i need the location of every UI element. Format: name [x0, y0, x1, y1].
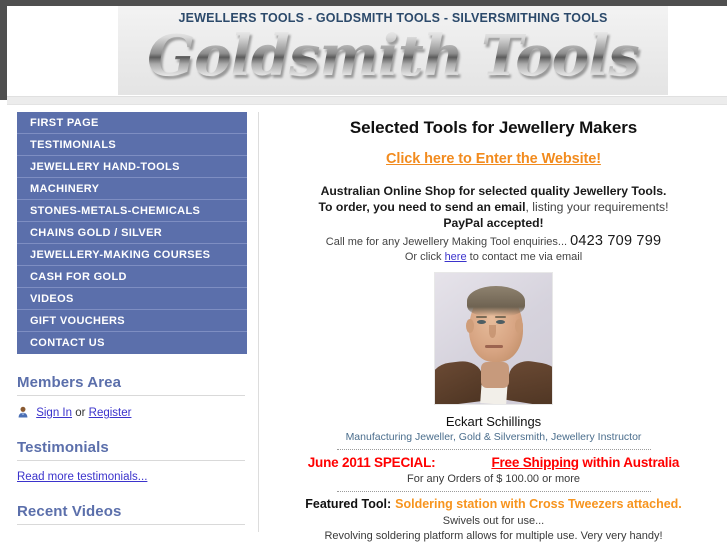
recent-videos-section: Recent Videos [17, 503, 249, 525]
sidebar: FIRST PAGE TESTIMONIALS JEWELLERY HAND-T… [17, 112, 249, 525]
lead-paragraph: Australian Online Shop for selected qual… [266, 183, 721, 231]
main-content: Selected Tools for Jewellery Makers Clic… [266, 112, 721, 545]
portrait-hair [467, 286, 525, 316]
portrait-ear-left [466, 319, 474, 333]
special-within-text: within Australia [578, 455, 680, 470]
portrait-eye-right [496, 320, 505, 324]
phone-number: 0423 709 799 [570, 233, 662, 249]
page-root: JEWELLERS TOOLS - GOLDSMITH TOOLS - SILV… [0, 0, 727, 545]
portrait-shoulder-right [505, 358, 552, 404]
site-logo: Goldsmith Tools [118, 23, 668, 93]
special-offer-row: June 2011 SPECIAL: Free Shipping within A… [266, 455, 721, 470]
lead-line-2: To order, you need to send an email, lis… [266, 199, 721, 215]
special-offer-label: June 2011 SPECIAL: [307, 455, 436, 470]
email-line: Or click here to contact me via email [266, 251, 721, 263]
person-name: Eckart Schillings [445, 414, 542, 429]
featured-tool-value: Soldering station with Cross Tweezers at… [395, 497, 682, 511]
portrait-ear-right [515, 319, 523, 333]
user-avatar-icon [17, 406, 29, 418]
read-more-testimonials-link[interactable]: Read more testimonials... [17, 471, 147, 483]
site-logo-text: Goldsmith Tools [147, 23, 639, 89]
portrait-eye-left [477, 320, 486, 324]
members-area-body: Sign In or Register [17, 406, 249, 419]
featured-sub-line-1: Swivels out for use... [442, 515, 545, 527]
portrait-nose [489, 325, 496, 338]
portrait-photo [434, 272, 553, 405]
register-link[interactable]: Register [89, 407, 132, 419]
featured-tool-description: Swivels out for use... Revolving solderi… [266, 514, 721, 545]
dotted-separator-bottom [336, 491, 651, 492]
featured-tool-row: Featured Tool: Soldering station with Cro… [266, 497, 721, 511]
sidebar-item-first-page[interactable]: FIRST PAGE [17, 112, 247, 134]
sidebar-item-stones-metals-chemicals[interactable]: STONES-METALS-CHEMICALS [17, 200, 247, 222]
call-text: Call me for any Jewellery Making Tool en… [325, 236, 568, 248]
contact-email-link[interactable]: here [445, 251, 467, 263]
window-left-gutter [0, 100, 7, 545]
featured-sub-line-2: Revolving soldering platform allows for … [324, 530, 663, 542]
portrait-container [266, 272, 721, 408]
testimonials-section: Testimonials Read more testimonials... [17, 439, 249, 483]
dotted-separator-top [336, 449, 651, 450]
portrait-brow-left [476, 316, 487, 318]
enter-website-link[interactable]: Click here to Enter the Website! [266, 151, 721, 167]
sidebar-item-machinery[interactable]: MACHINERY [17, 178, 247, 200]
sidebar-item-cash-for-gold[interactable]: CASH FOR GOLD [17, 266, 247, 288]
portrait-brow-right [495, 316, 506, 318]
site-banner: JEWELLERS TOOLS - GOLDSMITH TOOLS - SILV… [118, 6, 668, 95]
portrait-mouth [485, 345, 503, 348]
content-divider [258, 112, 259, 532]
main-navigation: FIRST PAGE TESTIMONIALS JEWELLERY HAND-T… [17, 112, 247, 354]
sidebar-item-jewellery-hand-tools[interactable]: JEWELLERY HAND-TOOLS [17, 156, 247, 178]
phone-line: Call me for any Jewellery Making Tool en… [266, 234, 721, 250]
portrait-neck [481, 362, 509, 388]
members-area-section: Members Area Sign In or Register [17, 374, 249, 419]
sign-in-or-text: or [72, 407, 89, 419]
lead-line-2-light: , listing your requirements! [525, 200, 669, 214]
window-left-chrome [0, 0, 7, 100]
lead-line-3: PayPal accepted! [443, 216, 544, 230]
testimonials-heading: Testimonials [17, 439, 245, 461]
special-offer-subtext: For any Orders of $ 100.00 or more [406, 473, 581, 485]
testimonials-body: Read more testimonials... [17, 471, 249, 483]
header-divider-band [7, 96, 727, 105]
sign-in-link[interactable]: Sign In [36, 407, 72, 419]
lead-line-2-bold: To order, you need to send an email [318, 200, 526, 214]
sidebar-item-jewellery-making-courses[interactable]: JEWELLERY-MAKING COURSES [17, 244, 247, 266]
sidebar-item-contact-us[interactable]: CONTACT US [17, 332, 247, 354]
members-area-heading: Members Area [17, 374, 245, 396]
portrait-shoulder-left [435, 358, 486, 404]
featured-tool-label: Featured Tool: [305, 497, 392, 511]
sidebar-item-videos[interactable]: VIDEOS [17, 288, 247, 310]
person-role: Manufacturing Jeweller, Gold & Silversmi… [345, 431, 642, 443]
lead-line-1: Australian Online Shop for selected qual… [320, 184, 667, 198]
recent-videos-heading: Recent Videos [17, 503, 245, 525]
sidebar-item-gift-vouchers[interactable]: GIFT VOUCHERS [17, 310, 247, 332]
sidebar-item-chains-gold-silver[interactable]: CHAINS GOLD / SILVER [17, 222, 247, 244]
email-suffix: to contact me via email [466, 251, 583, 263]
free-shipping-text: Free Shipping [491, 455, 579, 470]
sidebar-item-testimonials[interactable]: TESTIMONIALS [17, 134, 247, 156]
email-prefix: Or click [404, 251, 445, 263]
page-title: Selected Tools for Jewellery Makers [349, 118, 638, 137]
